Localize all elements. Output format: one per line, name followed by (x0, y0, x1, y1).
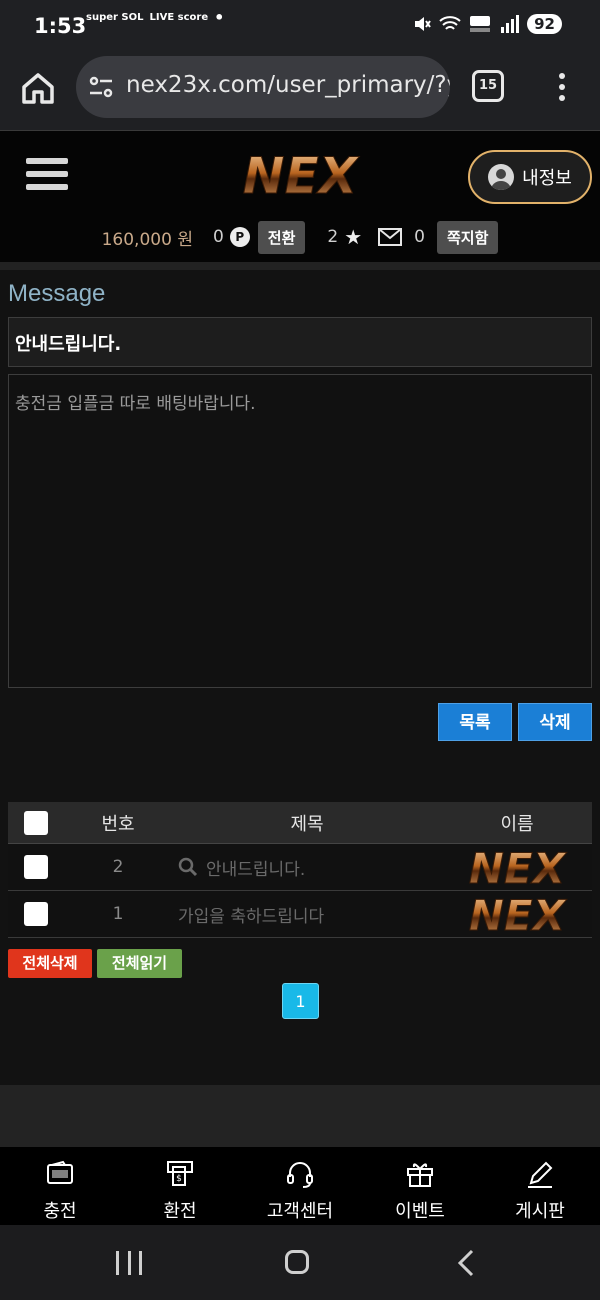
recents-icon[interactable] (116, 1251, 142, 1275)
footer-spacer (0, 1085, 600, 1147)
my-info-label: 내정보 (522, 168, 572, 189)
nav-label: 환전 (163, 1201, 197, 1222)
headset-icon (287, 1162, 313, 1188)
hd-voice-icon (470, 16, 491, 32)
status-time: 1:53 (34, 14, 87, 38)
read-all-button[interactable]: 전체읽기 (97, 949, 182, 978)
home-icon[interactable] (20, 70, 56, 106)
message-table: 번호 제목 이름 2 안내드립니다. NEX 1 가입을 축하드립니다 NEX (8, 802, 592, 938)
delete-button[interactable]: 삭제 (518, 703, 592, 741)
back-icon[interactable] (456, 1249, 476, 1277)
search-icon (178, 857, 198, 877)
list-button[interactable]: 목록 (438, 703, 512, 741)
nav-label: 고객센터 (266, 1201, 334, 1222)
svg-text:NEX: NEX (469, 846, 568, 888)
table-header: 번호 제목 이름 (8, 802, 592, 844)
super-sol-icon: super SOL (86, 12, 144, 23)
row-title-cell[interactable]: 가입을 축하드립니다 (172, 902, 442, 927)
star-icon: ★ (344, 225, 363, 249)
message-body: 충전금 입플금 따로 배팅바랍니다. (8, 374, 592, 688)
notification-dot-icon: • (214, 8, 225, 27)
nav-item-support[interactable]: 고객센터 (240, 1147, 360, 1225)
nav-label: 충전 (43, 1201, 77, 1222)
user-avatar-icon (488, 164, 515, 190)
site-header: NEX 내정보 160,000 원 0 P 전환 2 ★ 0 쪽지함 (0, 130, 600, 262)
message-box-button[interactable]: 쪽지함 (436, 220, 499, 254)
row-title[interactable]: 가입을 축하드립니다 (178, 902, 324, 927)
status-indicators: 92 (413, 14, 562, 34)
bottom-nav: 충전 $ 환전 고객센터 이벤트 게시판 (0, 1147, 600, 1225)
signal-icon (501, 15, 520, 33)
system-home-icon[interactable] (285, 1250, 309, 1274)
nav-label: 이벤트 (395, 1201, 445, 1222)
my-info-button[interactable]: 내정보 (468, 150, 592, 204)
url-text[interactable]: nex23x.com/user_primary/?y (126, 72, 450, 98)
system-nav-bar (0, 1225, 600, 1300)
convert-button[interactable]: 전환 (257, 220, 306, 254)
message-count: 0 (414, 227, 425, 247)
svg-text:NEX: NEX (469, 893, 568, 935)
mail-icon (378, 228, 403, 246)
pencil-icon (528, 1161, 553, 1188)
nav-item-withdraw[interactable]: $ 환전 (120, 1147, 240, 1225)
gift-icon (407, 1163, 433, 1187)
select-all-checkbox[interactable] (24, 810, 48, 835)
wallet-icon (47, 1160, 73, 1184)
sender-logo: NEX (468, 893, 568, 935)
status-app-icons: super SOL LIVE score • (86, 8, 225, 27)
mute-icon (415, 17, 431, 31)
nav-item-deposit[interactable]: 충전 (0, 1147, 120, 1225)
sender-logo: NEX (468, 846, 568, 888)
tab-switcher-button[interactable]: 15 (472, 70, 504, 102)
table-row[interactable]: 2 안내드립니다. NEX (8, 844, 592, 891)
browser-menu-icon[interactable] (552, 70, 572, 104)
row-checkbox[interactable] (24, 855, 48, 879)
row-title-cell[interactable]: 안내드립니다. (172, 855, 442, 880)
row-number: 1 (112, 904, 124, 924)
browser-toolbar: nex23x.com/user_primary/?y 15 (0, 52, 600, 130)
points-amount: 0 (212, 227, 224, 247)
status-bar: 1:53 super SOL LIVE score • 92 (0, 0, 600, 52)
pagination-page[interactable]: 1 (282, 983, 319, 1019)
star-count: 2 (327, 227, 339, 247)
hamburger-menu-icon[interactable] (26, 158, 68, 194)
wifi-icon (439, 16, 461, 30)
header-title: 제목 (290, 813, 324, 835)
section-title: Message (8, 280, 106, 307)
nav-item-event[interactable]: 이벤트 (360, 1147, 480, 1225)
nav-label: 게시판 (515, 1201, 565, 1222)
site-settings-icon[interactable] (88, 74, 114, 100)
row-checkbox[interactable] (24, 902, 48, 926)
atm-icon: $ (167, 1161, 193, 1186)
points-icon: P (229, 227, 250, 247)
header-divider (0, 262, 600, 270)
header-number: 번호 (101, 813, 135, 835)
row-title[interactable]: 안내드립니다. (206, 855, 305, 880)
battery-indicator: 92 (527, 14, 562, 34)
row-number: 2 (112, 857, 124, 877)
table-row[interactable]: 1 가입을 축하드립니다 NEX (8, 891, 592, 938)
svg-text:$: $ (176, 1174, 182, 1184)
message-subject: 안내드립니다. (8, 317, 592, 367)
header-name: 이름 (500, 813, 534, 835)
balance-amount: 160,000 원 (101, 229, 193, 250)
url-bar[interactable]: nex23x.com/user_primary/?y (76, 56, 450, 118)
account-info-row: 160,000 원 0 P 전환 2 ★ 0 쪽지함 (0, 219, 600, 255)
delete-all-button[interactable]: 전체삭제 (8, 949, 92, 978)
svg-text:NEX: NEX (243, 149, 360, 199)
nex-logo[interactable]: NEX (218, 149, 382, 199)
live-score-icon: LIVE score (149, 12, 209, 23)
nav-item-board[interactable]: 게시판 (480, 1147, 600, 1225)
